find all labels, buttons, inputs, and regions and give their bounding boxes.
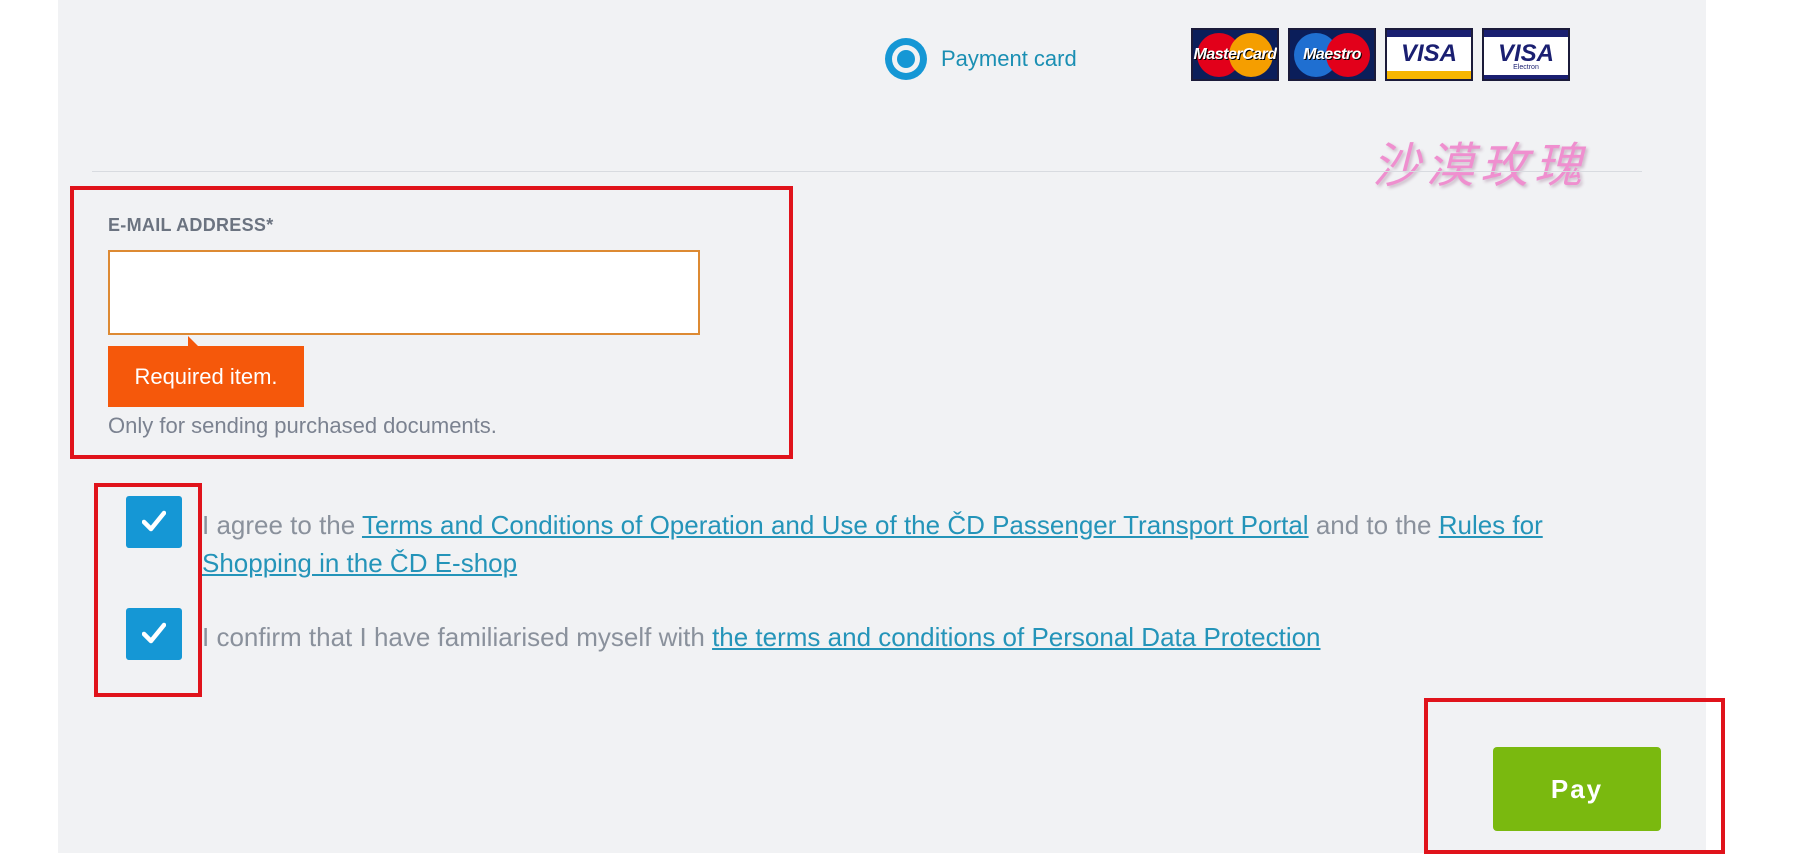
terms-link[interactable]: Terms and Conditions of Operation and Us…	[362, 510, 1309, 540]
maestro-logo: Maestro	[1288, 28, 1376, 81]
terms-consent-text: I agree to the Terms and Conditions of O…	[202, 510, 1543, 578]
terms-checkbox[interactable]	[126, 496, 182, 548]
mastercard-logo: MasterCard	[1191, 28, 1279, 81]
payment-card-option[interactable]: Payment card	[885, 37, 1077, 81]
radio-selected-icon[interactable]	[885, 38, 927, 80]
card-logos: MasterCard Maestro VISA VISA Electron	[1191, 28, 1570, 81]
privacy-link[interactable]: the terms and conditions of Personal Dat…	[712, 622, 1320, 652]
divider	[92, 171, 1642, 172]
privacy-consent-text: I confirm that I have familiarised mysel…	[202, 622, 1321, 652]
pay-button[interactable]: Pay	[1493, 747, 1661, 831]
privacy-checkbox[interactable]	[126, 608, 182, 660]
watermark-text: 沙漠玫瑰	[1372, 138, 1589, 194]
required-error-tooltip: Required item.	[108, 336, 304, 407]
visa-electron-logo: VISA Electron	[1482, 28, 1570, 81]
payment-card-label: Payment card	[941, 46, 1077, 71]
email-field[interactable]	[108, 250, 700, 335]
email-label: E-MAIL ADDRESS*	[108, 215, 274, 235]
visa-logo: VISA	[1385, 28, 1473, 81]
checkmark-icon	[142, 510, 166, 532]
email-hint: Only for sending purchased documents.	[108, 413, 497, 438]
checkmark-icon	[142, 622, 166, 644]
